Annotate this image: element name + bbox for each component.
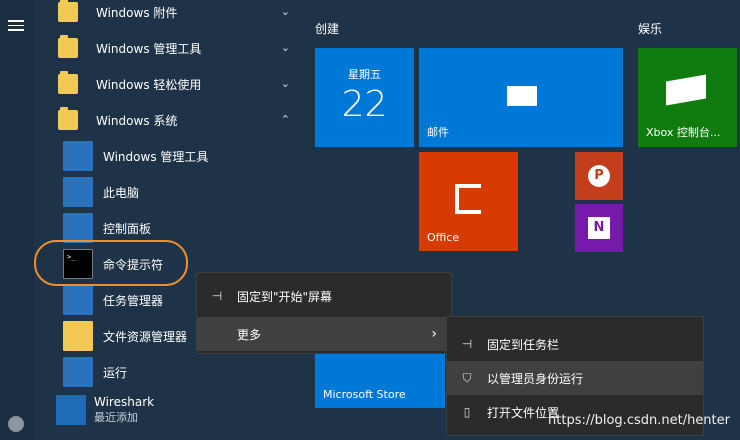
file-explorer-icon (63, 321, 93, 351)
section-create: 创建 (315, 22, 340, 36)
folder-windows-system[interactable]: Windows 系统 ⌃ (56, 102, 300, 138)
menu-label: 固定到任务栏 (487, 337, 560, 352)
app-wireshark[interactable]: Wireshark 最近添加 (56, 390, 300, 430)
powerpoint-icon: P (588, 165, 610, 187)
app-this-pc[interactable]: 此电脑 (63, 174, 263, 210)
admin-tools-icon (63, 141, 93, 171)
app-label: 此电脑 (103, 185, 140, 200)
chevron-down-icon: ⌄ (280, 77, 290, 90)
office-tile[interactable]: Office (419, 152, 518, 251)
chevron-down-icon: ⌄ (280, 41, 290, 54)
xbox-console-icon (666, 74, 706, 106)
folder-windows-ease-of-access[interactable]: Windows 轻松使用 ⌄ (56, 66, 300, 102)
app-label: 运行 (103, 365, 128, 380)
app-label: Wireshark (94, 395, 155, 409)
folder-icon (58, 71, 78, 94)
context-menu: ⊣ 固定到"开始"屏幕 更多 › (196, 272, 452, 354)
menu-label: 以管理员身份运行 (487, 371, 584, 386)
folder-windows-accessories[interactable]: Windows 附件 ⌄ (56, 0, 300, 30)
control-panel-icon (63, 213, 93, 243)
office-icon (455, 184, 481, 214)
chevron-down-icon: ⌄ (280, 5, 290, 18)
calendar-day: 星期五 (348, 68, 381, 81)
menu-label: 更多 (237, 327, 262, 342)
user-avatar-icon[interactable] (8, 416, 24, 432)
shield-icon: ⛉ (462, 370, 472, 385)
app-label: 任务管理器 (103, 293, 164, 308)
calendar-tile[interactable]: 星期五 22 (315, 48, 414, 147)
calendar-date: 22 (341, 84, 388, 125)
powerpoint-tile[interactable]: P (575, 152, 623, 200)
app-run[interactable]: 运行 (63, 354, 263, 390)
tile-label: Microsoft Store (323, 388, 406, 401)
onenote-tile[interactable]: N (575, 204, 623, 252)
folder-label: Windows 管理工具 (96, 41, 202, 56)
microsoft-store-tile[interactable]: Microsoft Store (315, 346, 445, 408)
computer-icon (63, 177, 93, 207)
folder-label: Windows 系统 (96, 113, 178, 128)
folder-label: Windows 附件 (96, 5, 178, 20)
pin-to-start-item[interactable]: ⊣ 固定到"开始"屏幕 (197, 279, 451, 313)
pin-icon: ⊣ (461, 337, 473, 351)
chevron-up-icon: ⌃ (280, 113, 290, 126)
task-manager-icon (63, 285, 93, 315)
pin-icon: ⊣ (211, 289, 223, 303)
app-label: 控制面板 (103, 221, 152, 236)
tile-label: 邮件 (427, 126, 449, 139)
app-windows-admin-tools[interactable]: Windows 管理工具 (63, 138, 263, 174)
pin-to-taskbar-item[interactable]: ⊣ 固定到任务栏 (447, 327, 703, 361)
folder-icon (58, 107, 78, 130)
folder-windows-admin-tools[interactable]: Windows 管理工具 ⌄ (56, 30, 300, 66)
chevron-right-icon: › (431, 326, 437, 342)
folder-label: Windows 轻松使用 (96, 77, 202, 92)
start-rail (0, 0, 34, 440)
section-entertainment: 娱乐 (638, 22, 663, 36)
app-label: Windows 管理工具 (103, 149, 209, 164)
tile-label: Xbox 控制台... (646, 126, 721, 139)
watermark-url: https://blog.csdn.net/henter (548, 413, 730, 428)
mail-icon (507, 86, 537, 106)
more-item[interactable]: 更多 › (197, 317, 451, 351)
menu-label: 固定到"开始"屏幕 (237, 289, 333, 304)
folder-icon (58, 35, 78, 58)
hamburger-menu-icon[interactable] (8, 20, 24, 31)
mail-tile[interactable]: 邮件 (419, 48, 623, 147)
tile-label: Office (427, 231, 460, 244)
onenote-icon: N (588, 217, 610, 239)
run-as-admin-item[interactable]: ⛉ 以管理员身份运行 (447, 361, 703, 395)
wireshark-icon (56, 395, 86, 425)
highlight-annotation (34, 240, 188, 286)
run-icon (63, 357, 93, 387)
app-label: 文件资源管理器 (103, 329, 188, 344)
xbox-tile[interactable]: Xbox 控制台... (638, 48, 737, 147)
file-icon: ▯ (463, 405, 471, 419)
folder-icon (58, 0, 78, 22)
recently-added-label: 最近添加 (94, 411, 138, 424)
